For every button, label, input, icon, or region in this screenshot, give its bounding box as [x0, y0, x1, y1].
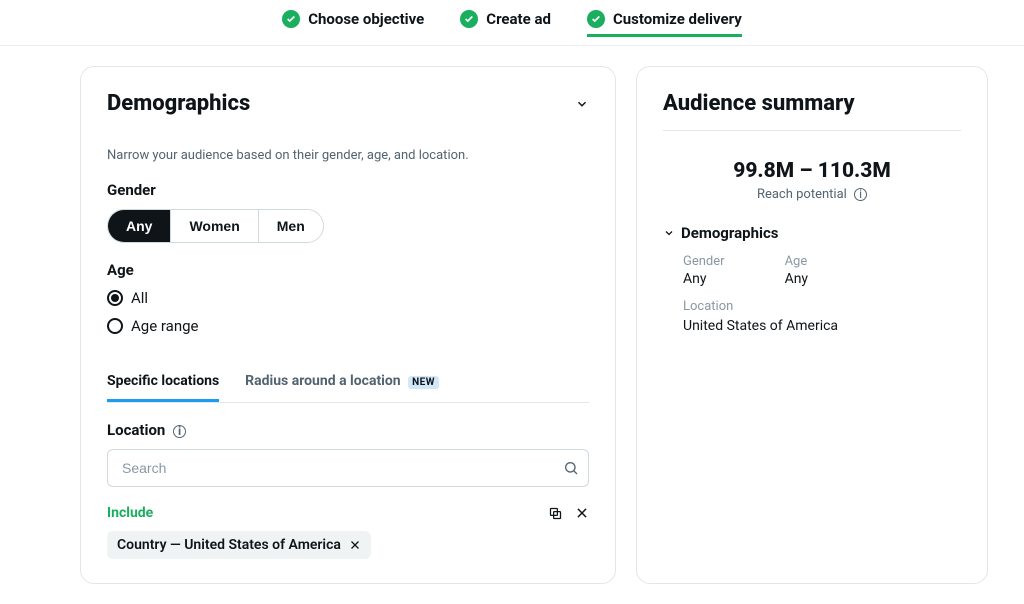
summary-gender-label: Gender: [683, 254, 725, 269]
tab-specific-locations[interactable]: Specific locations: [107, 363, 219, 402]
step-choose-objective[interactable]: Choose objective: [282, 10, 424, 37]
location-search-input[interactable]: [107, 449, 589, 487]
check-icon: [587, 10, 605, 28]
include-label: Include: [107, 505, 153, 521]
step-label: Customize delivery: [613, 10, 742, 28]
summary-age-label: Age: [785, 254, 809, 269]
demographics-card: Demographics Narrow your audience based …: [80, 66, 616, 584]
step-label: Create ad: [486, 10, 551, 28]
summary-age-value: Any: [785, 271, 809, 287]
chip-label: Country — United States of America: [117, 537, 341, 553]
age-option-range: Age range: [131, 317, 199, 335]
age-option-all: All: [131, 289, 148, 307]
gender-option-women[interactable]: Women: [170, 210, 257, 242]
demographics-subtext: Narrow your audience based on their gend…: [107, 148, 589, 163]
age-option-all-row[interactable]: All: [107, 289, 589, 307]
stepper: Choose objective Create ad Customize del…: [0, 0, 1024, 46]
info-icon[interactable]: i: [173, 425, 186, 438]
reach-label: Reach potential: [757, 187, 847, 202]
summary-location-label: Location: [683, 299, 961, 314]
radio-icon: [107, 318, 123, 334]
step-customize-delivery[interactable]: Customize delivery: [587, 10, 742, 37]
audience-summary-card: Audience summary 99.8M – 110.3M Reach po…: [636, 66, 988, 584]
gender-label: Gender: [107, 181, 589, 199]
info-icon[interactable]: i: [854, 188, 867, 201]
tab-radius[interactable]: Radius around a location NEW: [245, 363, 439, 402]
tab-radius-label: Radius around a location: [245, 373, 400, 389]
summary-section-title: Demographics: [681, 224, 778, 242]
summary-gender-value: Any: [683, 271, 725, 287]
location-chip: Country — United States of America: [107, 531, 371, 559]
chip-remove-icon[interactable]: [349, 539, 361, 551]
location-label: Location: [107, 421, 165, 439]
reach-label-row: Reach potential i: [663, 187, 961, 202]
location-tabs: Specific locations Radius around a locat…: [107, 363, 589, 403]
age-option-range-row[interactable]: Age range: [107, 317, 589, 335]
step-create-ad[interactable]: Create ad: [460, 10, 551, 37]
gender-option-men[interactable]: Men: [258, 210, 323, 242]
new-badge: NEW: [408, 376, 439, 389]
collapse-toggle[interactable]: [575, 97, 589, 111]
chevron-down-icon[interactable]: [663, 227, 675, 239]
radio-icon: [107, 290, 123, 306]
gender-option-any[interactable]: Any: [108, 210, 170, 242]
gender-segmented: Any Women Men: [107, 209, 324, 243]
reach-value: 99.8M – 110.3M: [663, 159, 961, 183]
step-label: Choose objective: [308, 10, 424, 28]
demographics-title: Demographics: [107, 91, 250, 116]
summary-location-value: United States of America: [683, 318, 961, 334]
summary-title: Audience summary: [663, 91, 961, 116]
search-icon: [563, 460, 579, 476]
check-icon: [282, 10, 300, 28]
location-label-row: Location i: [107, 421, 589, 439]
check-icon: [460, 10, 478, 28]
copy-icon[interactable]: [548, 506, 563, 521]
age-label: Age: [107, 261, 589, 279]
close-icon[interactable]: [575, 506, 589, 521]
